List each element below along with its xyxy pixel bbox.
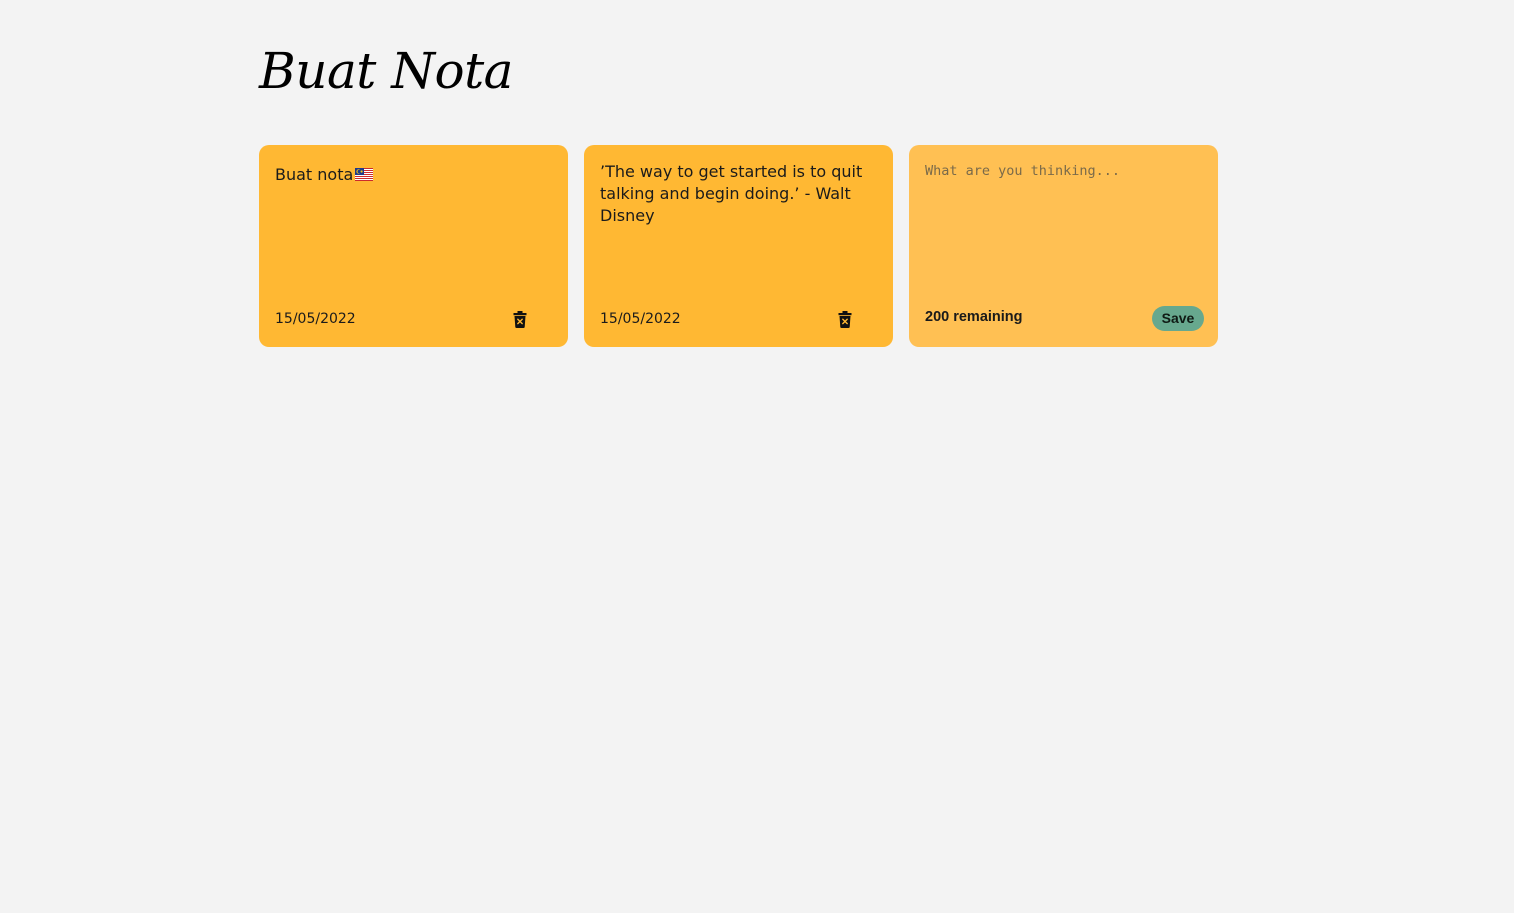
notes-list: Buat nota 15/05/2022 ’The way to get sta… [259,145,1219,347]
trash-delete-icon[interactable] [513,311,527,328]
note-date: 15/05/2022 [600,311,681,327]
save-button[interactable]: Save [1152,306,1204,331]
note-text: ’The way to get started is to quit talki… [600,162,868,225]
new-note-input[interactable] [925,161,1200,291]
trash-delete-icon[interactable] [838,311,852,328]
note-text: Buat nota [275,164,550,187]
new-note-card: 200 remaining Save [909,145,1218,347]
note-card: Buat nota 15/05/2022 [259,145,568,347]
characters-remaining: 200 remaining [925,309,1023,325]
page-title: Buat Nota [259,42,514,100]
note-text-content: Buat nota [275,165,354,184]
note-card: ’The way to get started is to quit talki… [584,145,893,347]
note-date: 15/05/2022 [275,311,356,327]
malaysia-flag-icon [355,165,374,187]
